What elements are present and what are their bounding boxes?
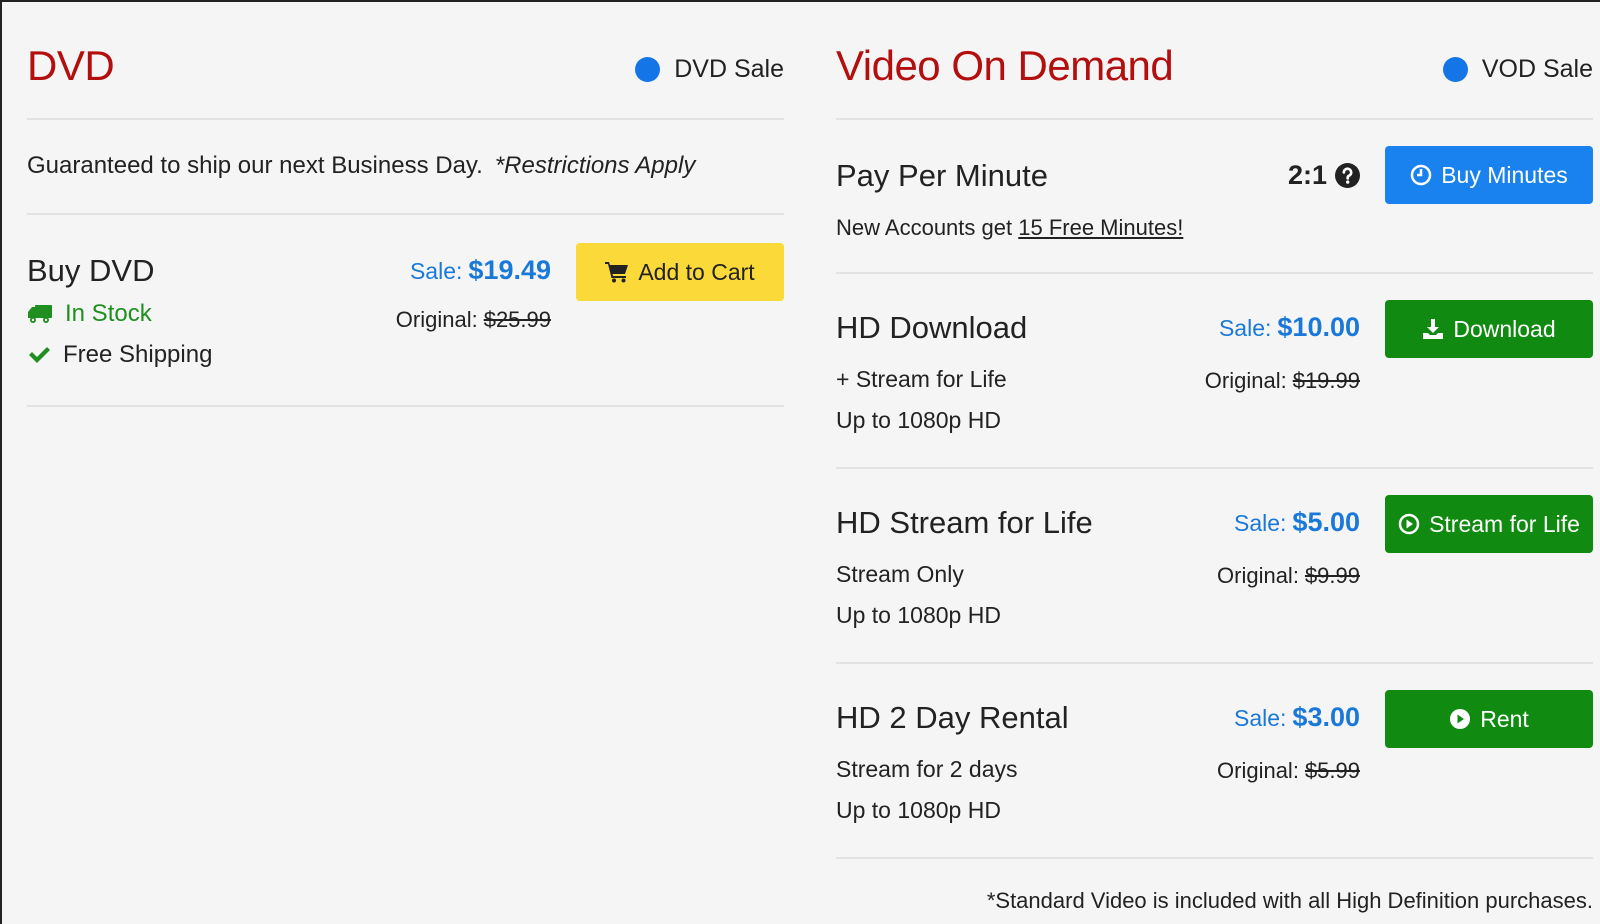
vod-title: Video On Demand: [836, 42, 1174, 89]
hd-footnote: *Standard Video is included with all Hig…: [986, 888, 1593, 913]
sale-amount: $19.49: [468, 255, 551, 285]
minute-ratio: 2:1: [1288, 160, 1360, 191]
cart-icon: [605, 261, 629, 283]
hd-rental-line1: Stream for 2 days: [836, 756, 1018, 782]
dvd-header: DVD DVD Sale: [27, 0, 784, 120]
play-circle-outline-icon: [1398, 513, 1420, 535]
pay-per-minute-row: Pay Per Minute 2:1 Buy Minutes New Accou…: [836, 120, 1593, 274]
hd-stream-line2: Up to 1080p HD: [836, 602, 1001, 628]
original-label: Original:: [1204, 368, 1287, 393]
buy-dvd-title: Buy DVD: [27, 253, 155, 288]
hd-stream-line1: Stream Only: [836, 561, 964, 587]
free-minutes-offer: New Accounts get 15 Free Minutes!: [836, 215, 1183, 241]
hd-download-title: HD Download: [836, 310, 1028, 345]
hd-rental-line2: Up to 1080p HD: [836, 797, 1001, 823]
hd-rental-sale-price: Sale: $3.00: [1234, 702, 1360, 733]
in-stock: In Stock: [27, 300, 152, 328]
dvd-original-price: Original: $25.99: [396, 307, 551, 333]
blue-dot-icon: [1442, 57, 1468, 82]
hd-stream-sale-price: Sale: $5.00: [1234, 507, 1360, 538]
original-amount: $25.99: [483, 307, 551, 332]
stream-for-life-button[interactable]: Stream for Life: [1385, 495, 1593, 553]
sale-label: Sale:: [1233, 510, 1287, 536]
shipping-text: Guaranteed to ship our next Business Day…: [27, 152, 483, 179]
add-to-cart-button[interactable]: Add to Cart: [576, 243, 784, 301]
blue-dot-icon: [635, 57, 661, 82]
restrictions-note: *Restrictions Apply: [494, 152, 696, 179]
sale-label: Sale:: [1218, 315, 1272, 341]
shipping-guarantee-text: Guaranteed to ship our next Business Day…: [27, 152, 695, 180]
sale-amount: $3.00: [1292, 702, 1360, 732]
stream-for-life-label: Stream for Life: [1429, 510, 1580, 537]
hd-download-line2: Up to 1080p HD: [836, 407, 1001, 433]
original-amount: $9.99: [1304, 563, 1360, 588]
hd-rental-title: HD 2 Day Rental: [836, 700, 1069, 735]
download-label: Download: [1453, 315, 1556, 342]
sale-label: Sale:: [409, 258, 463, 284]
clock-icon: [1410, 164, 1432, 186]
rent-label: Rent: [1480, 705, 1529, 732]
original-label: Original:: [1217, 758, 1299, 783]
hd-download-line1: + Stream for Life: [836, 366, 1007, 392]
sale-amount: $5.00: [1292, 507, 1360, 537]
hd-stream-title: HD Stream for Life: [836, 505, 1093, 540]
free-shipping: Free Shipping: [27, 341, 212, 369]
ratio-value: 2:1: [1287, 160, 1327, 190]
free-shipping-label: Free Shipping: [63, 341, 213, 368]
dvd-column: DVD DVD Sale Guaranteed to ship our next…: [27, 0, 784, 407]
original-label: Original:: [395, 307, 478, 332]
free-minutes-prefix: New Accounts get: [836, 215, 1013, 240]
original-label: Original:: [1217, 563, 1299, 588]
vod-header: Video On Demand VOD Sale: [836, 0, 1593, 120]
sale-amount: $10.00: [1277, 312, 1360, 342]
hd-rental-row: HD 2 Day Rental Stream for 2 days Up to …: [836, 664, 1593, 859]
sale-label: Sale:: [1233, 705, 1287, 731]
free-minutes-link[interactable]: 15 Free Minutes!: [1018, 215, 1183, 240]
buy-dvd-row: Buy DVD Sale: $19.49 Original: $25.99 Add …: [27, 215, 784, 407]
play-circle-icon: [1449, 708, 1471, 730]
add-to-cart-label: Add to Cart: [638, 258, 755, 285]
rent-button[interactable]: Rent: [1385, 690, 1593, 748]
dvd-sale-label: DVD Sale: [674, 55, 784, 83]
pay-per-minute-title: Pay Per Minute: [836, 158, 1048, 193]
vod-sale-flag: VOD Sale: [1442, 55, 1593, 84]
hd-download-row: HD Download + Stream for Life Up to 1080…: [836, 274, 1593, 469]
original-amount: $19.99: [1292, 368, 1360, 393]
truck-icon: [27, 304, 53, 324]
buy-minutes-label: Buy Minutes: [1441, 161, 1568, 188]
in-stock-label: In Stock: [65, 300, 152, 327]
hd-rental-original-price: Original: $5.99: [1217, 758, 1360, 784]
hd-stream-original-price: Original: $9.99: [1217, 563, 1360, 589]
hd-download-original-price: Original: $19.99: [1205, 368, 1360, 394]
question-circle-icon[interactable]: [1335, 163, 1360, 188]
hd-stream-row: HD Stream for Life Stream Only Up to 108…: [836, 469, 1593, 664]
download-button[interactable]: Download: [1385, 300, 1593, 358]
check-icon: [27, 345, 51, 365]
dvd-sale-price: Sale: $19.49: [410, 255, 551, 286]
hd-download-sale-price: Sale: $10.00: [1219, 312, 1360, 343]
dvd-title: DVD: [27, 42, 115, 89]
vod-column: Video On Demand VOD Sale Pay Per Minute …: [836, 0, 1593, 913]
shipping-guarantee: Guaranteed to ship our next Business Day…: [27, 120, 784, 215]
original-amount: $5.99: [1304, 758, 1360, 783]
download-icon: [1422, 318, 1444, 340]
buy-minutes-button[interactable]: Buy Minutes: [1385, 146, 1593, 204]
vod-sale-label: VOD Sale: [1481, 55, 1593, 83]
dvd-sale-flag: DVD Sale: [635, 55, 784, 84]
